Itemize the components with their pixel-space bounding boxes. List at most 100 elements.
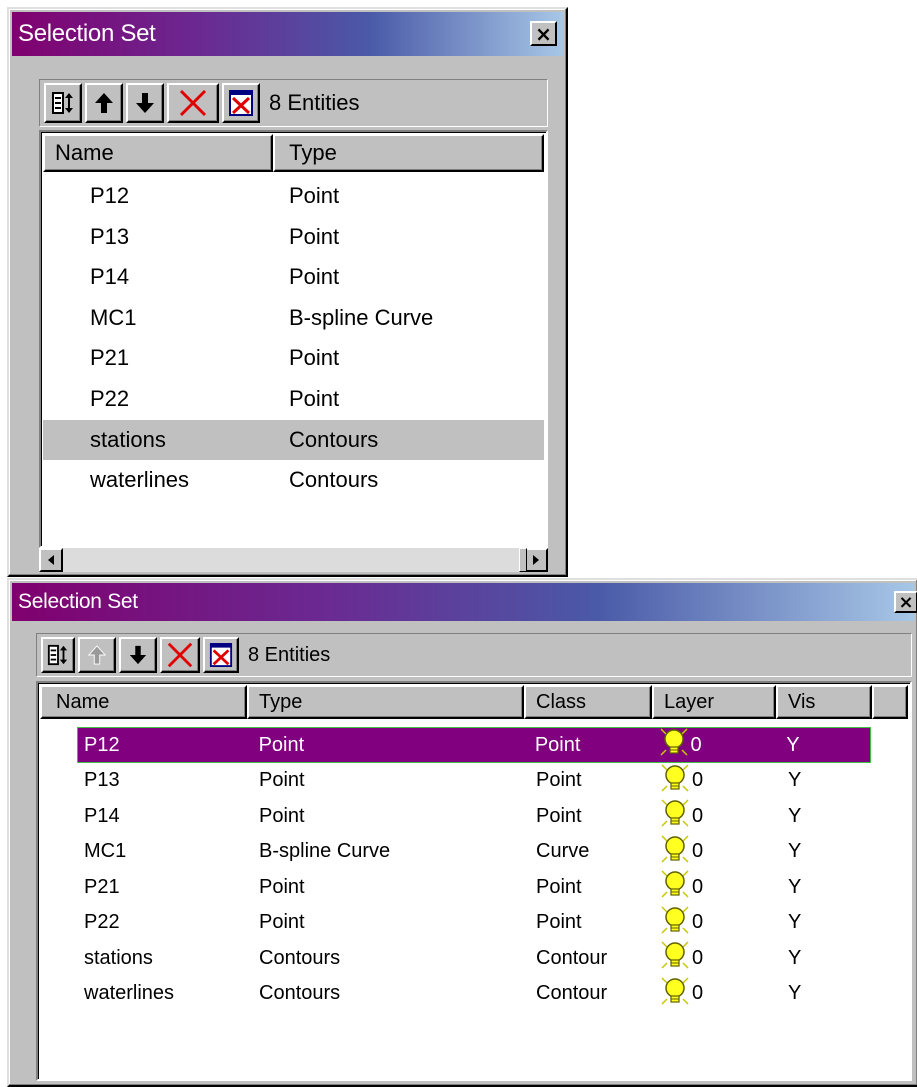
lightbulb-icon[interactable]: [660, 905, 690, 941]
column-header-vis[interactable]: Vis: [776, 685, 872, 719]
list-item[interactable]: stations Contours: [43, 419, 544, 460]
column-header-type[interactable]: Type: [247, 685, 524, 719]
cell-name: stations: [90, 426, 166, 452]
clear-all-button[interactable]: [222, 83, 260, 123]
cell-layer: 0: [652, 834, 776, 870]
list-header: Name Type: [43, 134, 544, 172]
list-item[interactable]: P13 Point: [43, 217, 544, 257]
entity-count: 8 Entities: [248, 643, 331, 666]
lightbulb-icon[interactable]: [660, 976, 690, 1012]
column-header-name[interactable]: Name: [43, 134, 274, 172]
cell-vis: Y: [788, 982, 802, 1004]
entity-list[interactable]: Name Type P12 Point P13 Point P14 Point MC1 B-s…: [39, 130, 548, 548]
entity-count: 8 Entities: [269, 90, 360, 115]
sort-order-button[interactable]: [44, 83, 82, 123]
sort-order-button[interactable]: [41, 637, 75, 673]
list-item[interactable]: stations Contours Contour 0 Y: [40, 941, 908, 975]
close-icon: ×: [898, 591, 914, 613]
delete-button[interactable]: [167, 83, 219, 123]
delete-red-x-icon: [179, 89, 207, 117]
cell-name: P14: [90, 264, 130, 290]
list-item[interactable]: P14 Point: [43, 257, 544, 297]
cell-name: P22: [90, 386, 130, 411]
cell-class: Contour: [536, 946, 608, 969]
cell-layer: 0: [652, 798, 776, 834]
clear-all-icon: [209, 643, 233, 667]
column-header-type[interactable]: Type: [273, 134, 544, 172]
move-up-icon: [95, 93, 113, 113]
list-item[interactable]: P22 Point: [43, 379, 544, 419]
scroll-right-button[interactable]: [524, 548, 548, 572]
column-header-layer[interactable]: Layer: [652, 685, 776, 719]
cell-type: Contours: [259, 946, 341, 969]
cell-vis: Y: [788, 769, 802, 791]
list-item[interactable]: P14 Point Point 0 Y: [40, 799, 908, 833]
cell-name: waterlines: [84, 982, 175, 1004]
list-item[interactable]: P12 Point Point 0 Y: [77, 727, 871, 763]
move-down-button[interactable]: [126, 83, 164, 123]
move-up-button[interactable]: [85, 83, 123, 123]
list-item[interactable]: P21 Point Point 0 Y: [40, 870, 908, 904]
window-title: Selection Set: [18, 20, 156, 47]
move-up-icon: [87, 645, 107, 665]
layer-value: 0: [692, 875, 704, 898]
horizontal-scrollbar[interactable]: [39, 548, 548, 572]
cell-type: Point: [259, 875, 305, 898]
cell-name: MC1: [84, 840, 127, 862]
move-down-icon: [136, 93, 154, 113]
close-button[interactable]: ×: [530, 21, 557, 46]
move-down-icon: [129, 645, 147, 665]
list-item[interactable]: P12 Point: [43, 176, 544, 216]
selection-set-window-2: Selection Set × 8 Entities Name Type Cla…: [7, 578, 917, 1087]
cell-name: P13: [84, 769, 120, 791]
layer-value: 0: [692, 946, 704, 969]
title-bar[interactable]: Selection Set ×: [12, 12, 563, 56]
lightbulb-icon[interactable]: [659, 727, 689, 763]
cell-layer: 0: [651, 727, 775, 763]
layer-value: 0: [692, 982, 704, 1004]
lightbulb-icon[interactable]: [660, 940, 690, 976]
list-item[interactable]: P21 Point: [43, 338, 544, 378]
cell-class: Point: [536, 769, 582, 791]
list-item[interactable]: MC1 B-spline Curve: [43, 298, 544, 338]
entity-list[interactable]: Name Type Class Layer Vis P12 Point Point 0…: [36, 681, 912, 1081]
close-icon: ×: [535, 21, 552, 46]
close-button[interactable]: ×: [894, 591, 917, 613]
list-item[interactable]: waterlines Contours Contour 0 Y: [40, 976, 908, 1012]
cell-name: MC1: [90, 304, 137, 330]
clear-all-button[interactable]: [203, 637, 239, 673]
cell-type: Contours: [259, 982, 341, 1004]
layer-value: 0: [692, 911, 704, 933]
cell-type: Point: [259, 804, 305, 827]
cell-class: Point: [534, 733, 581, 756]
cell-class: Contour: [536, 982, 608, 1004]
list-item[interactable]: P22 Point Point 0 Y: [40, 905, 908, 941]
cell-layer: 0: [652, 905, 776, 941]
cell-class: Point: [536, 911, 582, 933]
scroll-thumb[interactable]: [519, 548, 527, 572]
move-up-button[interactable]: [78, 637, 116, 673]
toolbar: 8 Entities: [39, 79, 548, 127]
scroll-left-button[interactable]: [39, 548, 63, 572]
cell-type: Contours: [289, 467, 379, 493]
cell-class: Point: [536, 875, 582, 898]
toolbar: 8 Entities: [36, 633, 912, 677]
cell-name: P22: [84, 911, 120, 933]
cell-vis: Y: [788, 840, 802, 862]
delete-button[interactable]: [160, 637, 200, 673]
lightbulb-icon[interactable]: [660, 798, 690, 834]
move-down-button[interactable]: [119, 637, 157, 673]
cell-name: P12: [84, 733, 120, 756]
lightbulb-icon[interactable]: [660, 834, 690, 870]
column-header-name[interactable]: Name: [40, 685, 247, 719]
title-bar[interactable]: Selection Set ×: [12, 583, 917, 621]
list-item[interactable]: MC1 B-spline Curve Curve 0 Y: [40, 834, 908, 870]
column-header-class[interactable]: Class: [524, 685, 652, 719]
lightbulb-icon[interactable]: [660, 869, 690, 905]
lightbulb-icon[interactable]: [660, 763, 690, 799]
selection-set-window-1: Selection Set × 8 Entities Name Type P12…: [7, 7, 568, 577]
cell-type: Contours: [289, 426, 379, 452]
list-item[interactable]: waterlines Contours: [43, 460, 544, 500]
list-item[interactable]: P13 Point Point 0 Y: [40, 763, 908, 799]
cell-type: B-spline Curve: [259, 840, 391, 862]
